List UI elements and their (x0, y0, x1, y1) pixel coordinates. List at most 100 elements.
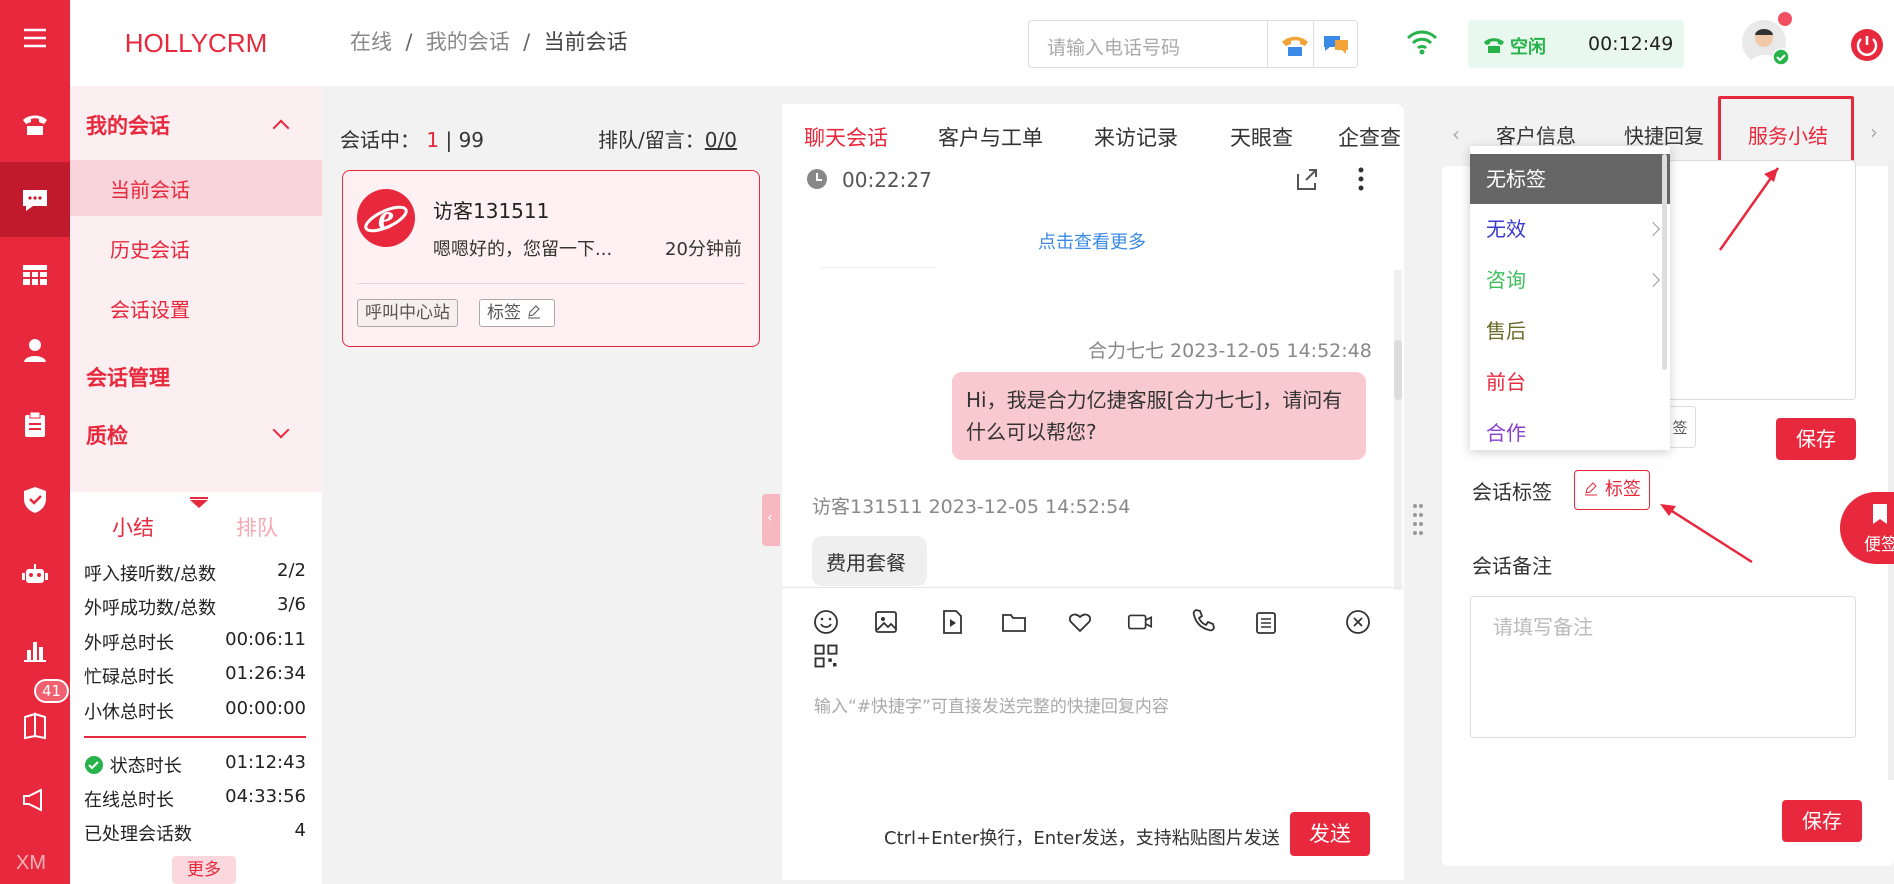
stat-row: 外呼成功数/总数 3/6 (84, 594, 306, 619)
robot-icon[interactable] (0, 537, 70, 612)
power-icon[interactable] (1850, 28, 1884, 62)
tab-chat[interactable]: 聊天会话 (804, 122, 888, 152)
chat-scrollbar-thumb[interactable] (1394, 340, 1402, 400)
dropdown-scrollbar[interactable] (1662, 154, 1667, 370)
share-icon[interactable] (1294, 166, 1320, 192)
phone-search-input[interactable]: 请输入电话号码 (1028, 20, 1358, 68)
breadcrumb-item[interactable]: 在线 (350, 30, 392, 54)
tab-summary[interactable]: 小结 (112, 512, 154, 542)
note-icon[interactable] (1252, 608, 1280, 636)
dropdown-item-no-tag[interactable]: 无标签 (1470, 154, 1670, 204)
message-icon[interactable] (1321, 30, 1351, 60)
tab-customer-ticket[interactable]: 客户与工单 (938, 122, 1043, 152)
heart-icon[interactable] (1066, 608, 1094, 636)
dropdown-item-cooperate[interactable]: 合作 (1470, 408, 1670, 450)
table-icon[interactable] (0, 237, 70, 312)
tag-dropdown: 无标签 无效 咨询 售后 前台 合作 (1470, 146, 1670, 450)
dropdown-item-consult[interactable]: 咨询 (1470, 255, 1670, 305)
tab-queue[interactable]: 排队 (236, 512, 278, 542)
menu-qc[interactable]: 质检 (86, 420, 128, 450)
queue-info: 排队/留言：0/0 (598, 128, 737, 152)
highlight-box (1718, 96, 1854, 166)
chat-panel (782, 166, 1404, 880)
chat-icon[interactable] (0, 162, 70, 237)
sidebar-item-history[interactable]: 历史会话 (110, 234, 190, 263)
wifi-icon (1406, 30, 1438, 55)
notification-dot (1778, 12, 1792, 26)
phone-call-icon[interactable] (1190, 606, 1218, 634)
message-time: 20分钟前 (665, 239, 742, 260)
emoji-icon[interactable] (812, 608, 840, 636)
browser-ie-icon: e (357, 189, 415, 247)
menu-toggle-icon[interactable] (0, 0, 70, 75)
chat-duration: 00:22:27 (842, 168, 932, 192)
resize-handle-icon[interactable] (1412, 502, 1424, 538)
video-file-icon[interactable] (938, 608, 966, 636)
bookmark-icon (1873, 504, 1887, 524)
user-icon[interactable] (0, 312, 70, 387)
chevron-right-icon (1645, 272, 1661, 288)
shield-icon[interactable] (0, 462, 70, 537)
phone-icon[interactable] (0, 86, 70, 161)
collapse-left-icon[interactable]: ‹ (767, 510, 773, 526)
sidebar-item-settings[interactable]: 会话设置 (110, 294, 190, 323)
save-summary-button[interactable]: 保存 (1776, 418, 1856, 460)
queue-value[interactable]: 0/0 (705, 128, 737, 152)
agent-message-bubble: Hi，我是合力亿捷客服[合力七七]，请问有什么可以帮您? (952, 372, 1366, 460)
rail-bottom-text: XM (16, 852, 46, 874)
stat-row: 在线总时长 04:33:56 (84, 786, 306, 811)
icon-rail: 41 XM (0, 0, 70, 884)
session-tag-button[interactable]: 标签 (1574, 470, 1650, 510)
tab-quick-reply[interactable]: 快捷回复 (1624, 120, 1704, 149)
tab-customer-info[interactable]: 客户信息 (1496, 120, 1576, 149)
dropdown-item-invalid[interactable]: 无效 (1470, 204, 1670, 254)
panel-scrollbar[interactable] (1888, 160, 1894, 780)
session-note-textarea[interactable]: 请填写备注 (1470, 596, 1856, 738)
annotation-arrow-icon (1718, 167, 1780, 251)
save-note-button[interactable]: 保存 (1782, 800, 1862, 842)
image-icon[interactable] (872, 608, 900, 636)
visitor-name: 访客131511 (433, 199, 550, 223)
stat-row: 外呼总时长 00:06:11 (84, 629, 306, 654)
more-button[interactable]: 更多 (172, 856, 236, 884)
sidebar-item-current[interactable]: 当前会话 (110, 174, 190, 203)
send-button[interactable]: 发送 (1290, 812, 1370, 856)
qrcode-icon[interactable] (812, 642, 840, 670)
tab-prev-icon[interactable]: ‹ (1452, 122, 1460, 146)
tag-edit-button[interactable]: 标签 (479, 299, 555, 327)
close-circle-icon[interactable] (1344, 608, 1372, 636)
dropdown-item-front[interactable]: 前台 (1470, 357, 1670, 407)
menu-my-conversations[interactable]: 我的会话 (86, 110, 170, 140)
message-input[interactable]: 输入“#快捷字”可直接发送完整的快捷回复内容 (814, 692, 1169, 717)
video-call-icon[interactable] (1126, 608, 1154, 636)
book-icon[interactable]: 41 (0, 679, 70, 762)
tab-visit-record[interactable]: 来访记录 (1094, 122, 1178, 152)
status-timer: 00:12:49 (1588, 33, 1674, 55)
chart-icon[interactable] (0, 612, 70, 687)
chevron-right-icon (1645, 221, 1661, 237)
tab-next-icon[interactable]: › (1870, 120, 1878, 144)
tag-channel: 呼叫中心站 (357, 299, 458, 327)
agent-status[interactable]: 空闲 00:12:49 (1468, 20, 1684, 68)
annotation-arrow-icon (1660, 504, 1753, 564)
caret-icon (190, 500, 208, 508)
edit-icon (1585, 482, 1598, 496)
conversation-count: 会话中： 1 | 99 (340, 128, 485, 152)
online-check-icon (85, 756, 103, 774)
tab-qichacha[interactable]: 企查查 (1338, 122, 1401, 152)
breadcrumb-current: 当前会话 (543, 30, 628, 54)
megaphone-icon[interactable] (0, 762, 70, 837)
clipboard-icon[interactable] (0, 387, 70, 462)
dial-icon[interactable] (1279, 30, 1311, 60)
tab-tianyancha[interactable]: 天眼查 (1230, 122, 1293, 152)
dropdown-item-aftersale[interactable]: 售后 (1470, 306, 1670, 356)
load-more-link[interactable]: 点击查看更多 (1038, 228, 1146, 254)
clock-icon (807, 169, 827, 189)
more-vertical-icon[interactable] (1356, 166, 1366, 192)
conversation-card[interactable]: e 访客131511 嗯嗯好的，您留一下... 20分钟前 呼叫中心站 标签 (342, 170, 760, 347)
menu-manage[interactable]: 会话管理 (86, 362, 170, 392)
folder-icon[interactable] (1000, 608, 1028, 636)
breadcrumb-item[interactable]: 我的会话 (426, 30, 510, 54)
chat-scrollbar[interactable] (1394, 270, 1402, 590)
visitor-message-meta: 访客131511 2023-12-05 14:52:54 (812, 496, 1131, 518)
